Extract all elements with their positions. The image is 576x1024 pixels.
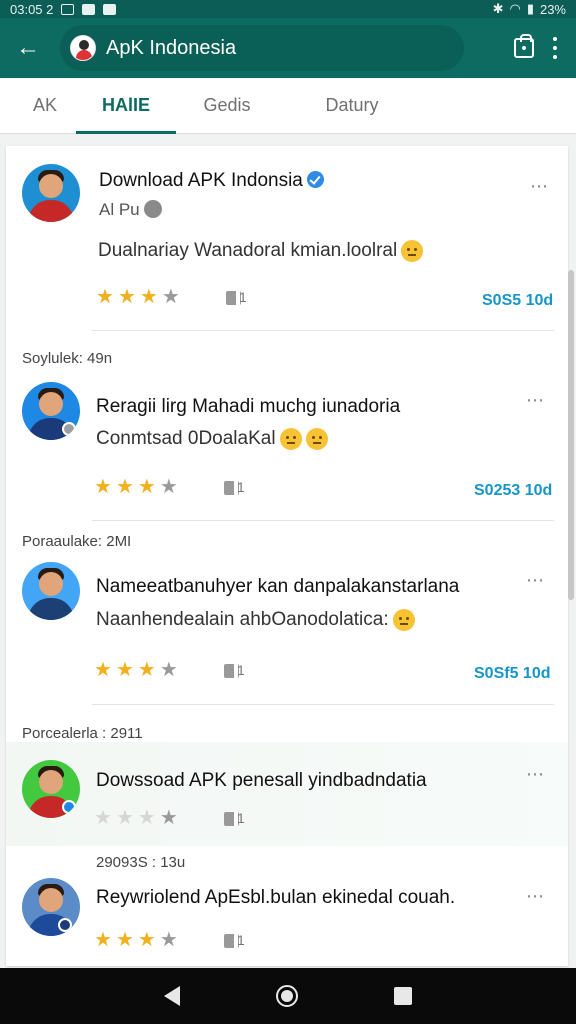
tab-bar: AK HAlIE Gedis Datury [0,78,576,134]
scrollbar[interactable] [568,270,574,600]
post-title[interactable]: Reywriolend ApEsbl.bulan ekinedal couah. [96,887,455,909]
section-label: 29093S : 13u [96,854,186,871]
nav-recents-icon[interactable] [394,987,412,1005]
shopping-bag-icon[interactable] [514,34,534,58]
overflow-menu-icon[interactable] [552,37,558,59]
post-timestamp: S0S5 10d [482,292,554,309]
divider [92,704,554,705]
post-title[interactable]: Download APK Indonsia [99,170,324,192]
more-options-icon[interactable]: ⋯ [530,176,549,197]
tab-home[interactable]: HAlIE [76,78,176,134]
star-rating: ★ ★ ★ ★ [94,807,178,829]
app-title-pill[interactable]: ApK Indonesia [60,25,464,71]
section-label: Soylulek: 49n [22,350,113,367]
section-label: Porcealerla : 2911 [22,725,143,742]
more-options-icon[interactable]: ⋯ [526,390,545,411]
comment-count: 1 [239,289,247,305]
verified-badge-icon [306,171,324,188]
app-bar: ← ApK Indonesia [0,18,576,78]
signal-icon: ▮ [526,1,534,16]
post-title[interactable]: Nameeatbanuhyer kan danpalakanstarlana [96,576,459,598]
status-bar: 03:05 2 ✱ ◠ ▮ 23% [0,0,576,18]
emoji-icon [392,609,415,631]
post-text: Dualnariay Wanadoral kmian.loolral [98,240,424,262]
app-icon [82,3,96,15]
more-options-icon[interactable]: ⋯ [526,570,545,591]
comment-count: 1 [237,479,245,495]
tab-datury[interactable]: Datury [292,78,412,134]
post-text: Conmtsad 0DoalaKal [96,428,328,450]
tab-gedis[interactable]: Gedis [162,78,292,134]
section-label: Poraaulake: 2MI [22,533,132,550]
status-time: 03:05 2 [10,1,54,17]
divider [92,330,554,331]
notification-icon [103,3,117,15]
post-avatar [22,878,80,936]
star-rating: ★ ★ ★ ★ [96,286,180,308]
post-avatar [22,562,80,620]
feed-list[interactable]: Download APK Indonsia Al Pu ⋯ Dualnariay… [6,146,568,966]
more-options-icon[interactable]: ⋯ [526,886,545,907]
battery-level: 23% [539,1,566,17]
post-title[interactable]: Reragii lirg Mahadi muchg iunadoria [96,396,400,418]
post-text: Naanhendealain ahbOanodolatica: [96,609,415,631]
star-rating: ★ ★ ★ ★ [94,476,178,498]
post-timestamp: S0Sf5 10d [474,665,551,682]
emoji-icon [279,428,302,450]
emoji-icon [305,428,328,450]
post-avatar [22,382,80,440]
comment-count: 1 [237,810,245,826]
nav-home-icon[interactable] [276,985,298,1007]
tab-ak[interactable]: AK [0,78,90,134]
wifi-icon: ◠ [509,1,521,16]
app-title: ApK Indonesia [106,36,237,59]
profile-avatar [70,35,96,61]
gallery-icon [61,3,75,15]
post-author[interactable]: Al Pu [99,200,163,220]
globe-icon [144,200,163,218]
nav-back-icon[interactable] [164,986,180,1006]
system-nav-bar [0,968,576,1024]
post-avatar [22,164,80,222]
star-rating: ★ ★ ★ ★ [94,929,178,951]
star-rating: ★ ★ ★ ★ [94,659,178,681]
divider [92,520,554,521]
bluetooth-icon: ✱ [492,1,504,16]
back-arrow-icon[interactable]: ← [10,30,46,66]
more-options-icon[interactable]: ⋯ [526,764,545,785]
post-title[interactable]: Dowssoad APK penesall yindbadndatia [96,770,427,792]
highlighted-post-background [6,742,568,846]
emoji-icon [401,240,424,262]
comment-count: 1 [237,932,245,948]
comment-count: 1 [237,662,245,678]
post-timestamp: S0253 10d [474,482,553,499]
post-avatar [22,760,80,818]
